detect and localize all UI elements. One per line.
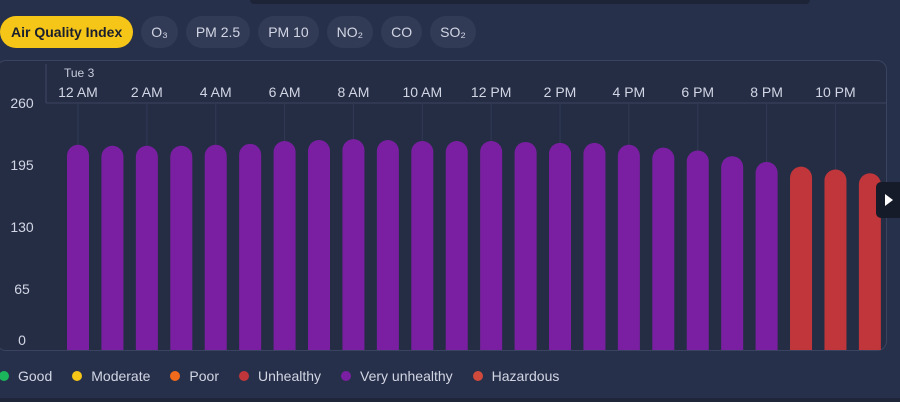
legend-label: Hazardous: [491, 368, 560, 384]
aqi-bar[interactable]: [239, 143, 262, 350]
y-tick-label: 195: [10, 157, 34, 173]
aqi-bar-chart: 12 AM 2 AM 4 AM 6 AM 8 AM 10 AM 12 PM 2 PM 4 PM 6…: [10, 64, 886, 350]
legend-label: Moderate: [91, 368, 151, 384]
aqi-bar[interactable]: [411, 141, 434, 350]
legend-label: Unhealthy: [257, 368, 322, 384]
y-tick-label: 260: [10, 95, 34, 111]
x-tick-label: 12 PM: [471, 84, 511, 100]
legend-item-very-unhealthy: Very unhealthy: [341, 368, 453, 384]
y-tick-label: 0: [18, 332, 26, 348]
legend-item-hazardous: Hazardous: [472, 368, 560, 384]
x-tick-label: 8 AM: [337, 84, 369, 100]
aqi-bar[interactable]: [514, 141, 537, 350]
legend-label: Very unhealthy: [360, 368, 453, 384]
aqi-bar[interactable]: [204, 144, 227, 350]
x-tick-label: 2 AM: [131, 84, 163, 100]
y-tick-label: 65: [14, 281, 30, 297]
x-tick-label: 8 PM: [750, 84, 783, 100]
y-tick-label: 130: [10, 219, 34, 235]
legend-dot: [170, 371, 181, 381]
x-axis-labels: 12 AM 2 AM 4 AM 6 AM 8 AM 10 AM 12 PM 2 PM 4 PM 6…: [58, 84, 856, 100]
aqi-bar[interactable]: [376, 140, 399, 350]
x-tick-label: 4 PM: [613, 84, 646, 100]
legend-label: Good: [18, 368, 53, 384]
aqi-bar[interactable]: [101, 145, 124, 350]
chart-legend: Good Moderate Poor Unhealthy Very unheal…: [0, 366, 579, 386]
aqi-bar[interactable]: [617, 144, 640, 350]
legend-item-moderate: Moderate: [72, 368, 150, 384]
legend-item-good: Good: [0, 368, 52, 384]
x-tick-label: 6 PM: [681, 84, 714, 100]
scroll-next-button[interactable]: [876, 182, 900, 218]
aqi-bar[interactable]: [308, 140, 331, 350]
aqi-bar[interactable]: [273, 141, 296, 350]
aqi-bar[interactable]: [755, 161, 778, 350]
legend-dot: [472, 371, 483, 381]
aqi-bar[interactable]: [445, 141, 468, 350]
aqi-bar[interactable]: [790, 166, 813, 350]
date-label: Tue 3: [64, 66, 95, 80]
x-tick-label: 12 AM: [58, 84, 98, 100]
legend-item-poor: Poor: [170, 368, 219, 384]
x-tick-label: 10 PM: [815, 84, 855, 100]
aqi-bar[interactable]: [583, 142, 606, 350]
legend-item-unhealthy: Unhealthy: [238, 368, 322, 384]
legend-label: Poor: [189, 368, 219, 384]
aqi-bar[interactable]: [480, 141, 503, 350]
aqi-bar[interactable]: [652, 147, 675, 350]
aqi-bar[interactable]: [824, 169, 847, 350]
aqi-bar[interactable]: [135, 145, 158, 350]
x-tick-label: 2 PM: [544, 84, 577, 100]
aqi-bar[interactable]: [721, 156, 744, 350]
legend-dot: [238, 371, 249, 381]
legend-dot: [72, 371, 83, 381]
legend-dot: [0, 371, 9, 381]
x-tick-label: 4 AM: [200, 84, 232, 100]
x-tick-label: 6 AM: [269, 84, 301, 100]
chart-bars: [67, 139, 881, 350]
aqi-bar[interactable]: [549, 142, 572, 350]
aqi-bar[interactable]: [170, 145, 193, 350]
x-tick-label: 10 AM: [402, 84, 442, 100]
aqi-bar[interactable]: [342, 139, 365, 350]
aqi-bar[interactable]: [686, 150, 709, 350]
bottom-edge-bar: [0, 398, 900, 402]
y-axis-labels: 0 65 130 195 260: [10, 95, 34, 348]
play-arrow-icon: [885, 194, 893, 206]
legend-dot: [341, 371, 352, 381]
aqi-bar[interactable]: [67, 144, 89, 350]
